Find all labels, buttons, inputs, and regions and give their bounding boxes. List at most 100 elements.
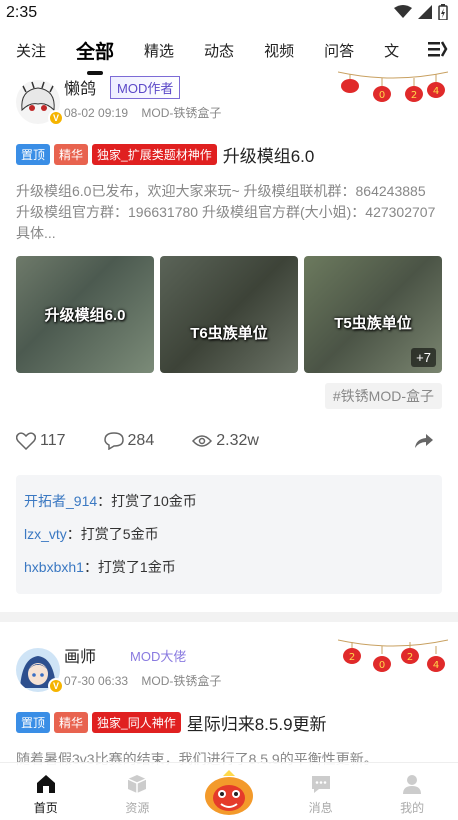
nav-label: 我的 (400, 801, 425, 815)
post-meta: 08-02 09:19 MOD-铁锈盒子 (64, 104, 231, 121)
post-body[interactable]: 升级模组6.0已发布，欢迎大家来玩~ 升级模组联机群：864243885 升级模… (16, 181, 442, 244)
lion-mascot-icon (204, 770, 253, 815)
post-header: V 懒鸽 MOD作者 08-02 09:19 MOD-铁锈盒子 0 2 4 (16, 71, 449, 132)
tab-video[interactable]: 视频 (264, 40, 294, 61)
comment-button[interactable]: 284 (103, 432, 155, 450)
post-images: 升级模组6.0 T6虫族单位 T5虫族单位 +7 (16, 256, 442, 373)
more-images-count: +7 (411, 348, 436, 367)
share-button[interactable] (414, 433, 438, 449)
category-tabs: 关注 全部 精选 动态 视频 问答 文 (0, 26, 458, 75)
svg-text:2: 2 (411, 90, 417, 101)
post-title-row[interactable]: 置顶 精华 独家_同人神作 星际归来8.5.9更新 (16, 710, 442, 735)
author-block: 画师 MOD大佬 07-30 06:33 MOD-铁锈盒子 (64, 642, 231, 689)
post-meta: 07-30 06:33 MOD-铁锈盒子 (64, 672, 231, 689)
role-badge: MOD作者 (110, 75, 181, 99)
reward-text: ：打赏了5金币 (66, 526, 159, 542)
status-time: 2:35 (6, 4, 38, 21)
views-display: 2.32w (192, 432, 259, 450)
battery-icon (438, 3, 448, 23)
reward-item: lzx_vty：打赏了5金币 (24, 518, 434, 551)
post-title[interactable]: 星际归来8.5.9更新 (187, 710, 327, 735)
post-title[interactable]: 升级模组6.0 (223, 142, 315, 167)
message-icon (311, 776, 330, 793)
lantern-decoration-icon: 0 2 4 (337, 70, 449, 126)
nav-center-mascot[interactable] (199, 766, 259, 816)
like-button[interactable]: 117 (16, 432, 66, 450)
image-caption: T6虫族单位 (190, 325, 268, 342)
bottom-navigation: 首页 资源 消息 我的 (0, 762, 458, 820)
wifi-icon (394, 4, 412, 22)
post-actions: 117 284 2.32w (16, 421, 442, 461)
post-source[interactable]: MOD-铁锈盒子 (141, 106, 221, 120)
nav-label: 消息 (308, 801, 333, 815)
post-image[interactable]: 升级模组6.0 (16, 256, 154, 373)
svg-text:4: 4 (433, 660, 439, 671)
lantern-decoration-icon: 2 0 2 4 (337, 638, 449, 694)
svg-text:2: 2 (349, 652, 355, 663)
image-caption: 升级模组6.0 (44, 307, 126, 324)
author-block: 懒鸽 MOD作者 08-02 09:19 MOD-铁锈盒子 (64, 74, 231, 121)
home-icon (36, 775, 55, 793)
tab-article[interactable]: 文 (384, 40, 399, 61)
nav-messages[interactable]: 消息 (291, 773, 351, 816)
svg-text:2: 2 (407, 652, 413, 663)
tag-essence: 精华 (54, 712, 89, 733)
author-name[interactable]: 懒鸽 (64, 75, 96, 99)
reward-list: 开拓者_914：打赏了10金币 lzx_vty：打赏了5金币 hxbxbxh1：… (16, 475, 442, 594)
tab-updates[interactable]: 动态 (204, 40, 234, 61)
post-card[interactable]: V 画师 MOD大佬 07-30 06:33 MOD-铁锈盒子 2 0 2 4 … (0, 622, 458, 770)
role-badge: MOD大佬 (130, 648, 187, 664)
tag-exclusive: 独家_扩展类题材神作 (92, 144, 217, 165)
heart-icon (16, 432, 36, 450)
nav-resources[interactable]: 资源 (107, 773, 167, 816)
reward-text: ：打赏了1金币 (83, 559, 176, 575)
nav-home[interactable]: 首页 (16, 773, 76, 816)
tab-menu-icon[interactable] (426, 38, 448, 60)
topic-tag[interactable]: #铁锈MOD-盒子 (324, 383, 442, 409)
reward-item: hxbxbxh1：打赏了1金币 (24, 551, 434, 584)
nav-label: 首页 (33, 801, 58, 815)
box-icon (128, 775, 147, 793)
nav-profile[interactable]: 我的 (382, 773, 442, 816)
avatar[interactable]: V (16, 648, 64, 694)
tag-pinned: 置顶 (16, 712, 51, 733)
reward-text: ：打赏了10金币 (97, 493, 197, 509)
eye-icon (192, 435, 213, 447)
like-count: 117 (40, 432, 66, 449)
post-date: 07-30 06:33 (64, 674, 129, 688)
tag-exclusive: 独家_同人神作 (92, 712, 181, 733)
author-name[interactable]: 画师 (64, 643, 96, 667)
status-bar: 2:35 (0, 0, 458, 26)
share-icon (415, 434, 433, 448)
post-date: 08-02 09:19 (64, 106, 129, 120)
reward-user[interactable]: lzx_vty (24, 526, 67, 542)
post-source[interactable]: MOD-铁锈盒子 (141, 674, 221, 688)
view-count: 2.32w (216, 432, 259, 449)
svg-text:0: 0 (379, 660, 385, 671)
tab-featured[interactable]: 精选 (144, 40, 174, 61)
verified-icon: V (48, 110, 64, 126)
signal-icon (418, 4, 432, 22)
status-icons (394, 3, 448, 23)
reward-user[interactable]: 开拓者_914 (24, 493, 97, 509)
image-caption: T5虫族单位 (334, 315, 412, 332)
comment-icon (103, 432, 124, 450)
post-image[interactable]: T5虫族单位 +7 (304, 256, 442, 373)
tab-all[interactable]: 全部 (76, 37, 114, 75)
post-card[interactable]: V 懒鸽 MOD作者 08-02 09:19 MOD-铁锈盒子 0 2 4 置顶… (0, 71, 458, 594)
reward-user[interactable]: hxbxbxh1 (24, 559, 84, 575)
nav-label: 资源 (125, 801, 150, 815)
user-icon (403, 775, 422, 794)
tab-follow[interactable]: 关注 (16, 40, 46, 61)
tag-essence: 精华 (54, 144, 89, 165)
svg-text:4: 4 (433, 86, 439, 97)
avatar[interactable]: V (16, 80, 64, 126)
post-divider (0, 612, 458, 622)
tag-pinned: 置顶 (16, 144, 51, 165)
post-image[interactable]: T6虫族单位 (160, 256, 298, 373)
post-title-row[interactable]: 置顶 精华 独家_扩展类题材神作 升级模组6.0 (16, 142, 442, 167)
reward-item: 开拓者_914：打赏了10金币 (24, 485, 434, 518)
post-header: V 画师 MOD大佬 07-30 06:33 MOD-铁锈盒子 2 0 2 4 (16, 639, 449, 700)
tab-qa[interactable]: 问答 (324, 40, 354, 61)
comment-count: 284 (127, 432, 155, 449)
